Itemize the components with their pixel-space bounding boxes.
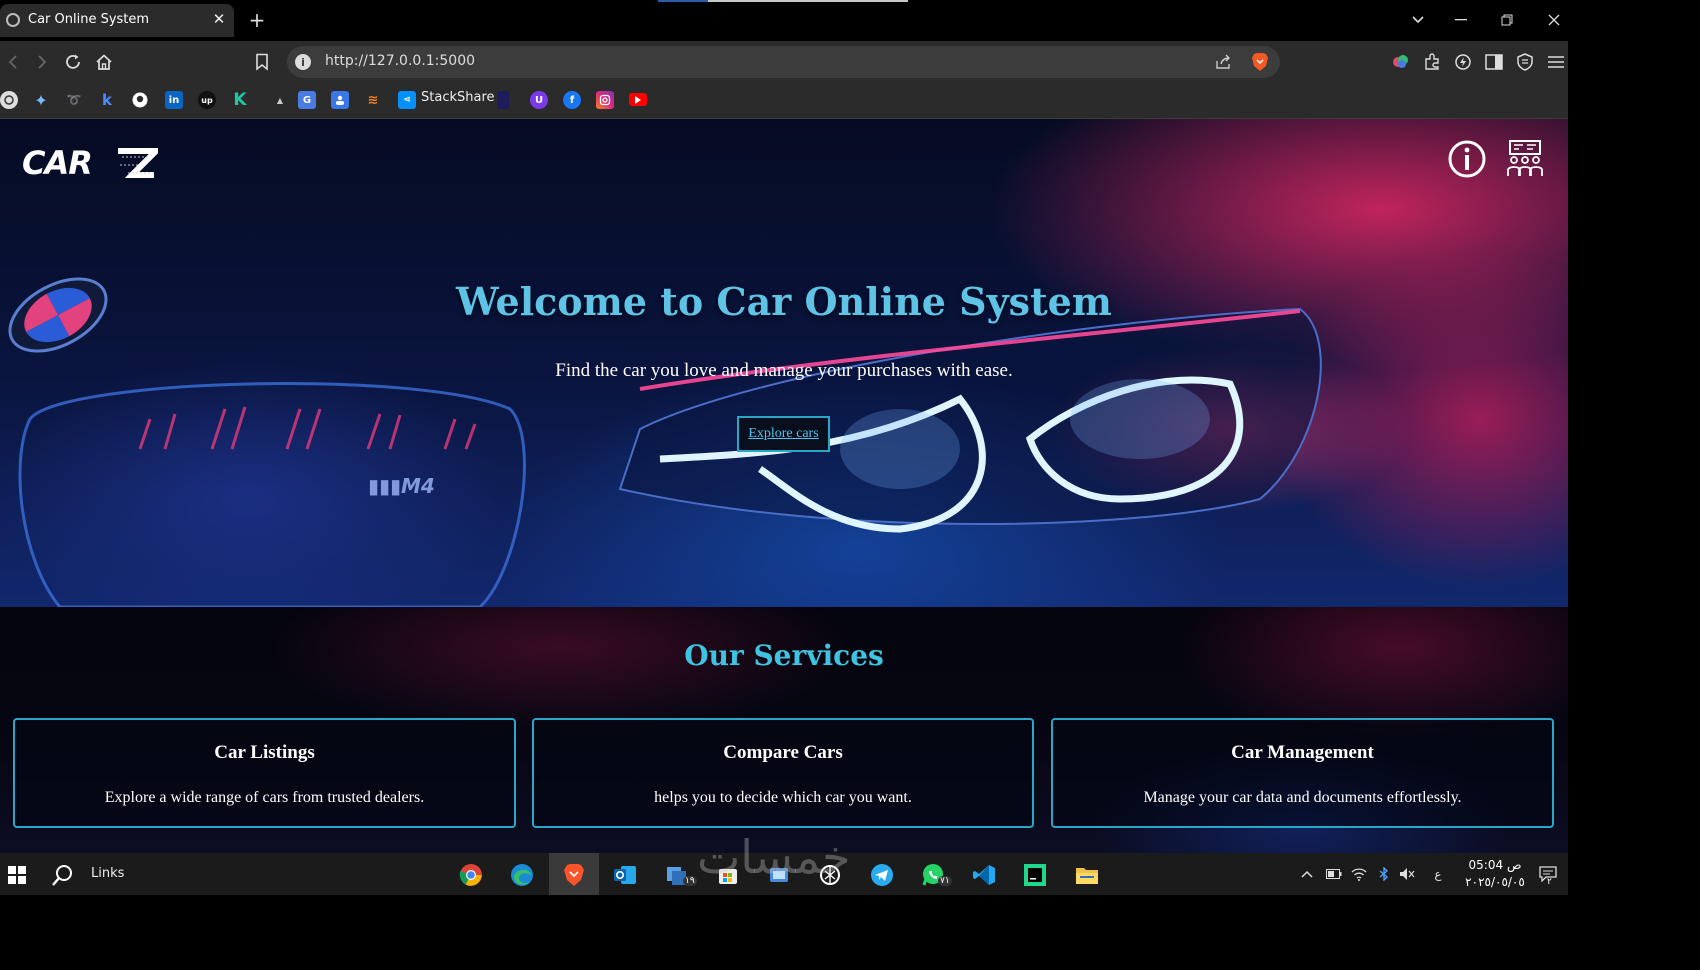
- clock-ampm: ص: [1506, 858, 1522, 872]
- upwork-bookmark-icon[interactable]: up: [198, 91, 216, 109]
- loading-progress: [658, 0, 908, 2]
- battery-icon[interactable]: [1326, 867, 1342, 881]
- clock[interactable]: 05:04 ص ٢٠٢٥/٠٥/٠٥: [1455, 857, 1535, 891]
- forward-icon[interactable]: [31, 51, 53, 73]
- brave-shields-icon[interactable]: [1251, 52, 1269, 72]
- team-icon[interactable]: [1505, 139, 1545, 179]
- u-bookmark-icon[interactable]: U: [530, 91, 548, 109]
- service-card-title: Car Management: [1231, 742, 1374, 763]
- stackshare-bookmark[interactable]: StackShare: [421, 90, 495, 105]
- carz-logo[interactable]: CAR: [22, 144, 164, 182]
- search-icon[interactable]: [50, 862, 76, 888]
- github-bookmark-icon[interactable]: [131, 91, 149, 109]
- info-icon[interactable]: [1447, 139, 1487, 179]
- stackoverflow-bookmark-icon[interactable]: ≋: [364, 91, 382, 109]
- svg-text:▮▮▮M4: ▮▮▮M4: [368, 474, 435, 498]
- wifi-icon[interactable]: [1351, 867, 1367, 881]
- vscode-icon[interactable]: [971, 862, 997, 888]
- extensions-icon[interactable]: [1421, 51, 1443, 73]
- hero-title: Welcome to Car Online System: [455, 279, 1113, 324]
- edge-icon[interactable]: [509, 862, 535, 888]
- stackshare-icon[interactable]: ⋖: [398, 91, 416, 109]
- language-indicator[interactable]: ع: [1430, 867, 1446, 881]
- service-card-description: Manage your car data and documents effor…: [1143, 789, 1462, 806]
- service-card-description: Explore a wide range of cars from truste…: [104, 789, 425, 806]
- new-tab-button[interactable]: +: [247, 9, 267, 31]
- sidebar-icon[interactable]: [1483, 51, 1505, 73]
- home-icon[interactable]: [93, 51, 115, 73]
- k-bookmark-icon[interactable]: k: [98, 91, 116, 109]
- contacts-bookmark-icon[interactable]: [331, 91, 349, 109]
- leo-icon[interactable]: [1390, 51, 1412, 73]
- hero-subtitle: Find the car you love and manage your pu…: [555, 360, 1013, 381]
- back-icon[interactable]: [2, 51, 24, 73]
- notification-count: ٢: [1547, 877, 1552, 887]
- speed-icon[interactable]: [1452, 51, 1474, 73]
- openai-bookmark-icon[interactable]: [0, 91, 18, 109]
- chrome-icon[interactable]: [458, 862, 484, 888]
- bottle-bookmark-icon[interactable]: [497, 91, 509, 109]
- address-bar[interactable]: i: [287, 46, 1280, 78]
- minimize-icon[interactable]: [1449, 10, 1473, 30]
- site-info-icon[interactable]: i: [295, 54, 311, 70]
- svg-text:CAR: CAR: [22, 147, 92, 179]
- url-input[interactable]: [325, 53, 925, 69]
- file-explorer-icon[interactable]: [1074, 862, 1100, 888]
- restore-icon[interactable]: [1495, 10, 1519, 30]
- service-card-compare-cars[interactable]: Compare Cars helps you to decide which c…: [532, 718, 1034, 828]
- instagram-bookmark-icon[interactable]: [596, 91, 614, 109]
- volume-muted-icon[interactable]: [1399, 867, 1415, 881]
- youtube-bookmark-icon[interactable]: [629, 93, 647, 106]
- copilot-bookmark-icon[interactable]: ➰: [65, 91, 83, 109]
- bookmark-icon[interactable]: [251, 51, 273, 73]
- tab-title: Car Online System: [28, 12, 150, 27]
- explore-cars-button[interactable]: Explore cars: [737, 416, 830, 452]
- brave-taskbar-icon[interactable]: [561, 862, 587, 888]
- services-title: Our Services: [684, 639, 884, 672]
- folder-arrow-icon[interactable]: ▲: [271, 91, 289, 109]
- web-page: ▮▮▮M4 CAR Welcome to Car Online System F…: [0, 119, 1568, 853]
- services-section: Our Services Car Listings Explore a wide…: [0, 607, 1568, 853]
- service-card-description: helps you to decide which car you want.: [654, 789, 912, 806]
- browser-toolbar: i: [0, 41, 1568, 83]
- watermark: خمسات: [697, 830, 851, 884]
- reload-icon[interactable]: [62, 51, 84, 73]
- facebook-bookmark-icon[interactable]: f: [563, 91, 581, 109]
- kick-bookmark-icon[interactable]: K: [231, 90, 249, 110]
- close-window-icon[interactable]: [1542, 10, 1566, 30]
- vpn-shield-icon[interactable]: [1514, 51, 1536, 73]
- outlook-badge: ١٩: [683, 876, 697, 886]
- windows-start-icon[interactable]: [4, 862, 30, 888]
- pycharm-icon[interactable]: [1022, 862, 1048, 888]
- service-card-title: Car Listings: [214, 742, 315, 763]
- globe-icon: [6, 13, 20, 27]
- browser-tab-bar: Car Online System ✕ +: [0, 0, 1568, 41]
- clock-time: 05:04: [1468, 858, 1504, 872]
- service-card-title: Compare Cars: [723, 742, 843, 763]
- tab-search-icon[interactable]: [1406, 10, 1430, 30]
- search-label[interactable]: Links: [91, 866, 124, 881]
- tab-car-online-system[interactable]: Car Online System ✕: [0, 4, 234, 37]
- linkedin-bookmark-icon[interactable]: in: [165, 91, 183, 109]
- hero-section: ▮▮▮M4 CAR Welcome to Car Online System F…: [0, 119, 1568, 607]
- bookmarks-bar: ✦ ➰ k in up K ▲ G ≋ ⋖ StackShare U f: [0, 83, 1568, 119]
- service-card-car-listings[interactable]: Car Listings Explore a wide range of car…: [13, 718, 516, 828]
- tray-chevron-icon[interactable]: [1299, 867, 1315, 881]
- outlook-icon[interactable]: [612, 862, 638, 888]
- share-icon[interactable]: [1213, 52, 1233, 72]
- menu-icon[interactable]: [1545, 51, 1567, 73]
- translate-bookmark-icon[interactable]: G: [298, 91, 316, 109]
- service-card-car-management[interactable]: Car Management Manage your car data and …: [1051, 718, 1554, 828]
- close-tab-icon[interactable]: ✕: [210, 10, 228, 28]
- telegram-icon[interactable]: [869, 862, 895, 888]
- clock-date: ٢٠٢٥/٠٥/٠٥: [1465, 875, 1525, 889]
- whatsapp-badge: ٧١: [938, 876, 952, 886]
- gemini-bookmark-icon[interactable]: ✦: [32, 91, 50, 110]
- bluetooth-icon[interactable]: [1376, 867, 1392, 881]
